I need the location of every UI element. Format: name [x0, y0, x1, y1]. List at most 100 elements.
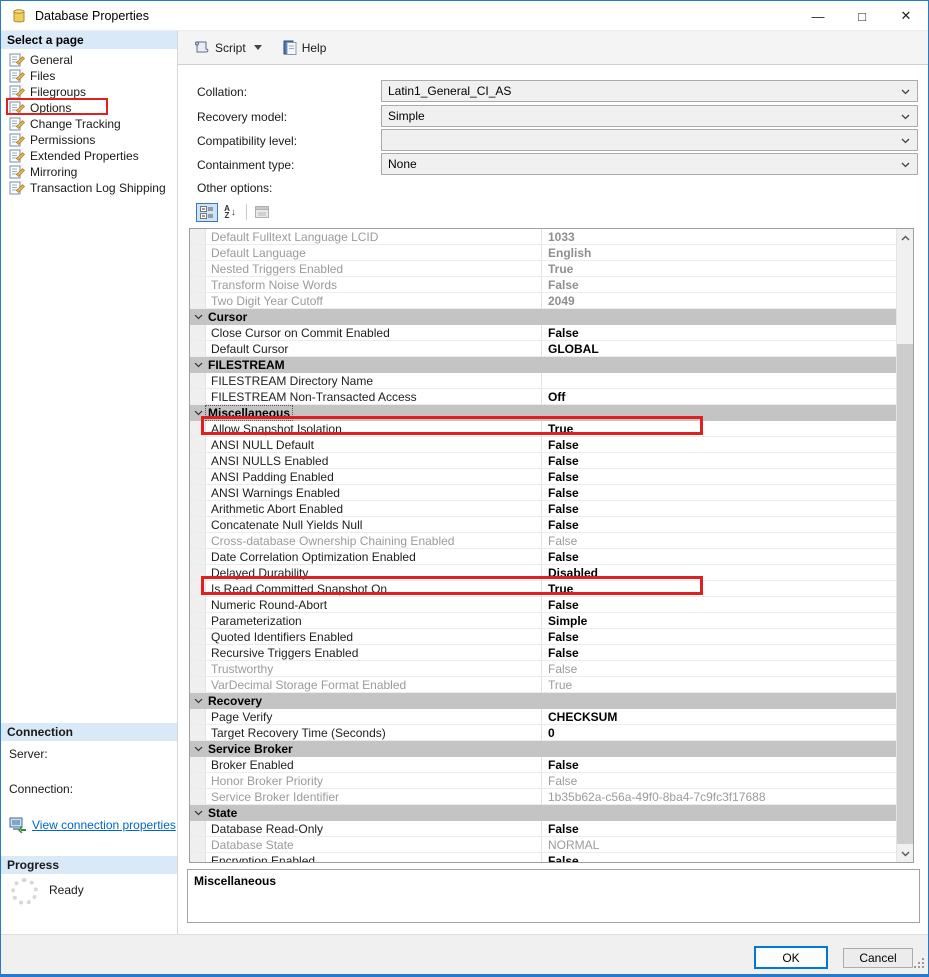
category-row-cursor[interactable]: Cursor — [190, 309, 896, 325]
property-value[interactable] — [542, 373, 896, 388]
property-row-date-correlation-optimization-enabled[interactable]: Date Correlation Optimization Enabled Fa… — [190, 549, 896, 565]
scroll-up-button[interactable] — [897, 229, 913, 246]
containment-type-select[interactable]: None — [381, 153, 918, 175]
property-row-broker-enabled[interactable]: Broker Enabled False — [190, 757, 896, 773]
property-row-ansi-padding-enabled[interactable]: ANSI Padding Enabled False — [190, 469, 896, 485]
resize-grip[interactable] — [914, 958, 924, 968]
property-row-two-digit-year-cutoff[interactable]: Two Digit Year Cutoff 2049 — [190, 293, 896, 309]
property-row-allow-snapshot-isolation[interactable]: Allow Snapshot Isolation True — [190, 421, 896, 437]
minimize-button[interactable]: — — [796, 1, 840, 31]
property-row-nested-triggers-enabled[interactable]: Nested Triggers Enabled True — [190, 261, 896, 277]
property-value[interactable]: True — [542, 677, 896, 692]
sidebar-item-files[interactable]: Files — [1, 68, 177, 84]
property-value[interactable]: 1033 — [542, 229, 896, 244]
property-value[interactable]: GLOBAL — [542, 341, 896, 356]
property-row-recursive-triggers-enabled[interactable]: Recursive Triggers Enabled False — [190, 645, 896, 661]
property-value[interactable]: True — [542, 261, 896, 276]
collapse-chevron-icon[interactable] — [194, 698, 203, 704]
property-value[interactable]: False — [542, 533, 896, 548]
collapse-chevron-icon[interactable] — [194, 362, 203, 368]
property-value[interactable]: False — [542, 501, 896, 516]
sidebar-item-mirroring[interactable]: Mirroring — [1, 164, 177, 180]
property-value[interactable]: 0 — [542, 725, 896, 740]
property-row-arithmetic-abort-enabled[interactable]: Arithmetic Abort Enabled False — [190, 501, 896, 517]
property-value[interactable]: 2049 — [542, 293, 896, 308]
property-value[interactable]: True — [542, 421, 896, 436]
ok-button[interactable]: OK — [754, 946, 828, 969]
close-button[interactable]: ✕ — [884, 1, 928, 31]
grid-scrollbar[interactable] — [896, 229, 913, 862]
property-value[interactable]: False — [542, 549, 896, 564]
property-value[interactable]: 1b35b62a-c56a-49f0-8ba4-7c9fc3f17688 — [542, 789, 896, 804]
sidebar-item-change-tracking[interactable]: Change Tracking — [1, 116, 177, 132]
property-row-delayed-durability[interactable]: Delayed Durability Disabled — [190, 565, 896, 581]
maximize-button[interactable]: □ — [840, 1, 884, 31]
property-value[interactable]: False — [542, 773, 896, 788]
property-row-service-broker-identifier[interactable]: Service Broker Identifier 1b35b62a-c56a-… — [190, 789, 896, 805]
category-row-filestream[interactable]: FILESTREAM — [190, 357, 896, 373]
property-value[interactable]: CHECKSUM — [542, 709, 896, 724]
script-button[interactable]: Script — [188, 37, 277, 58]
sidebar-item-filegroups[interactable]: Filegroups — [1, 84, 177, 100]
property-row-is-read-committed-snapshot-on[interactable]: Is Read Committed Snapshot On True — [190, 581, 896, 597]
property-value[interactable]: False — [542, 469, 896, 484]
property-value[interactable]: False — [542, 485, 896, 500]
property-row-trustworthy[interactable]: Trustworthy False — [190, 661, 896, 677]
collapse-chevron-icon[interactable] — [194, 410, 203, 416]
alphabetical-sort-button[interactable]: AZ↓ — [219, 203, 241, 222]
property-value[interactable]: False — [542, 597, 896, 612]
property-row-filestream-non-transacted-access[interactable]: FILESTREAM Non-Transacted Access Off — [190, 389, 896, 405]
category-row-state[interactable]: State — [190, 805, 896, 821]
property-row-vardecimal-storage-format-enabled[interactable]: VarDecimal Storage Format Enabled True — [190, 677, 896, 693]
property-value[interactable]: False — [542, 645, 896, 660]
property-row-target-recovery-time-seconds[interactable]: Target Recovery Time (Seconds) 0 — [190, 725, 896, 741]
property-row-encryption-enabled[interactable]: Encryption Enabled False — [190, 853, 896, 863]
property-value[interactable]: False — [542, 453, 896, 468]
property-value[interactable]: False — [542, 325, 896, 340]
category-row-recovery[interactable]: Recovery — [190, 693, 896, 709]
property-value[interactable]: False — [542, 517, 896, 532]
property-row-quoted-identifiers-enabled[interactable]: Quoted Identifiers Enabled False — [190, 629, 896, 645]
property-value[interactable]: True — [542, 581, 896, 596]
property-value[interactable]: Disabled — [542, 565, 896, 580]
category-row-service-broker[interactable]: Service Broker — [190, 741, 896, 757]
property-row-concatenate-null-yields-null[interactable]: Concatenate Null Yields Null False — [190, 517, 896, 533]
property-row-close-cursor-on-commit-enabled[interactable]: Close Cursor on Commit Enabled False — [190, 325, 896, 341]
property-value[interactable]: Simple — [542, 613, 896, 628]
property-value[interactable]: False — [542, 661, 896, 676]
category-row-miscellaneous[interactable]: Miscellaneous — [190, 405, 896, 421]
property-row-parameterization[interactable]: Parameterization Simple — [190, 613, 896, 629]
collapse-chevron-icon[interactable] — [194, 314, 203, 320]
property-value[interactable]: False — [542, 437, 896, 452]
view-connection-properties-link[interactable]: View connection properties — [32, 818, 176, 832]
scroll-thumb[interactable] — [897, 344, 913, 844]
collapse-chevron-icon[interactable] — [194, 746, 203, 752]
property-value[interactable]: False — [542, 757, 896, 772]
collapse-chevron-icon[interactable] — [194, 810, 203, 816]
sidebar-item-transaction-log-shipping[interactable]: Transaction Log Shipping — [1, 180, 177, 196]
property-row-default-cursor[interactable]: Default Cursor GLOBAL — [190, 341, 896, 357]
property-row-default-fulltext-language-lcid[interactable]: Default Fulltext Language LCID 1033 — [190, 229, 896, 245]
scroll-down-button[interactable] — [897, 845, 913, 862]
property-row-filestream-directory-name[interactable]: FILESTREAM Directory Name — [190, 373, 896, 389]
collation-select[interactable]: Latin1_General_CI_AS — [381, 80, 918, 102]
sidebar-item-extended-properties[interactable]: Extended Properties — [1, 148, 177, 164]
property-value[interactable]: False — [542, 629, 896, 644]
help-button[interactable]: Help — [277, 37, 332, 59]
property-value[interactable]: English — [542, 245, 896, 260]
property-row-ansi-nulls-enabled[interactable]: ANSI NULLS Enabled False — [190, 453, 896, 469]
sidebar-item-general[interactable]: General — [1, 52, 177, 68]
categorized-button[interactable] — [196, 203, 218, 222]
property-row-database-read-only[interactable]: Database Read-Only False — [190, 821, 896, 837]
property-row-honor-broker-priority[interactable]: Honor Broker Priority False — [190, 773, 896, 789]
property-row-database-state[interactable]: Database State NORMAL — [190, 837, 896, 853]
property-value[interactable]: False — [542, 821, 896, 836]
script-dropdown-arrow-icon[interactable] — [254, 45, 262, 50]
property-row-ansi-null-default[interactable]: ANSI NULL Default False — [190, 437, 896, 453]
property-row-default-language[interactable]: Default Language English — [190, 245, 896, 261]
sidebar-item-options[interactable]: Options — [1, 100, 177, 116]
property-value[interactable]: NORMAL — [542, 837, 896, 852]
property-row-transform-noise-words[interactable]: Transform Noise Words False — [190, 277, 896, 293]
property-row-ansi-warnings-enabled[interactable]: ANSI Warnings Enabled False — [190, 485, 896, 501]
sidebar-item-permissions[interactable]: Permissions — [1, 132, 177, 148]
